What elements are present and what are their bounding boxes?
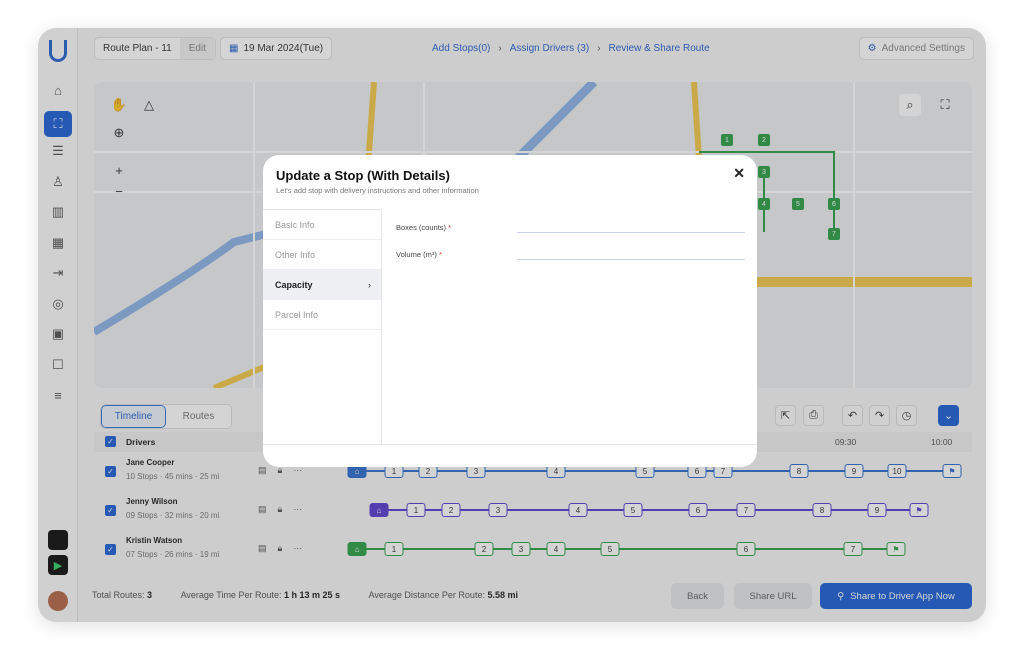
modal-footer <box>263 444 757 445</box>
required-mark: * <box>448 223 452 232</box>
volume-input[interactable] <box>517 248 745 260</box>
nav-capacity-label: Capacity <box>275 279 313 290</box>
nav-parcel-info[interactable]: Parcel Info <box>263 300 381 330</box>
volume-label: Volume (m³) * <box>396 250 442 259</box>
nav-basic-info[interactable]: Basic Info <box>263 210 381 240</box>
chevron-right-icon: › <box>368 279 371 290</box>
update-stop-modal: Update a Stop (With Details) Let's add s… <box>263 155 757 467</box>
nav-capacity[interactable]: Capacity › <box>263 270 381 300</box>
nav-other-info[interactable]: Other Info <box>263 240 381 270</box>
boxes-label-text: Boxes (counts) <box>396 223 447 232</box>
modal-subtitle: Let's add stop with delivery instruction… <box>276 186 479 195</box>
required-mark: * <box>438 250 442 259</box>
volume-label-text: Volume (m³) <box>396 250 437 259</box>
boxes-input[interactable] <box>517 221 745 233</box>
close-icon[interactable]: ✕ <box>733 165 745 182</box>
boxes-label: Boxes (counts) * <box>396 223 451 232</box>
modal-nav: Basic Info Other Info Capacity › Parcel I… <box>263 209 382 445</box>
modal-title: Update a Stop (With Details) <box>276 168 450 183</box>
